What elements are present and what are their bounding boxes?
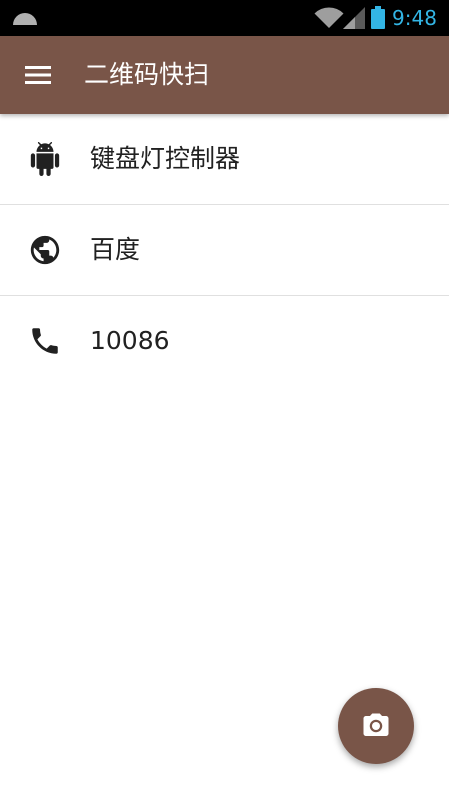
list-item[interactable]: 键盘灯控制器 [0, 114, 449, 205]
list-item-label: 10086 [90, 326, 170, 355]
menu-icon [25, 66, 51, 84]
menu-button[interactable] [18, 57, 58, 93]
phone-icon [32, 328, 58, 354]
camera-icon [363, 713, 389, 736]
android-icon [30, 142, 60, 176]
app-bar: 二维码快扫 [0, 36, 449, 114]
signal-icon [343, 7, 365, 29]
result-list: 键盘灯控制器 百度 10086 [0, 114, 449, 386]
list-item[interactable]: 百度 [0, 205, 449, 296]
page-title: 二维码快扫 [84, 60, 210, 89]
list-item[interactable]: 10086 [0, 296, 449, 386]
battery-icon [371, 6, 385, 29]
globe-icon [30, 235, 60, 265]
notification-icon [13, 13, 37, 25]
status-bar: 9:48 [0, 0, 449, 36]
list-item-label: 键盘灯控制器 [90, 144, 241, 173]
wifi-icon [314, 7, 344, 28]
scan-fab-button[interactable] [338, 688, 414, 764]
status-time: 9:48 [392, 6, 437, 30]
list-item-label: 百度 [90, 235, 141, 264]
